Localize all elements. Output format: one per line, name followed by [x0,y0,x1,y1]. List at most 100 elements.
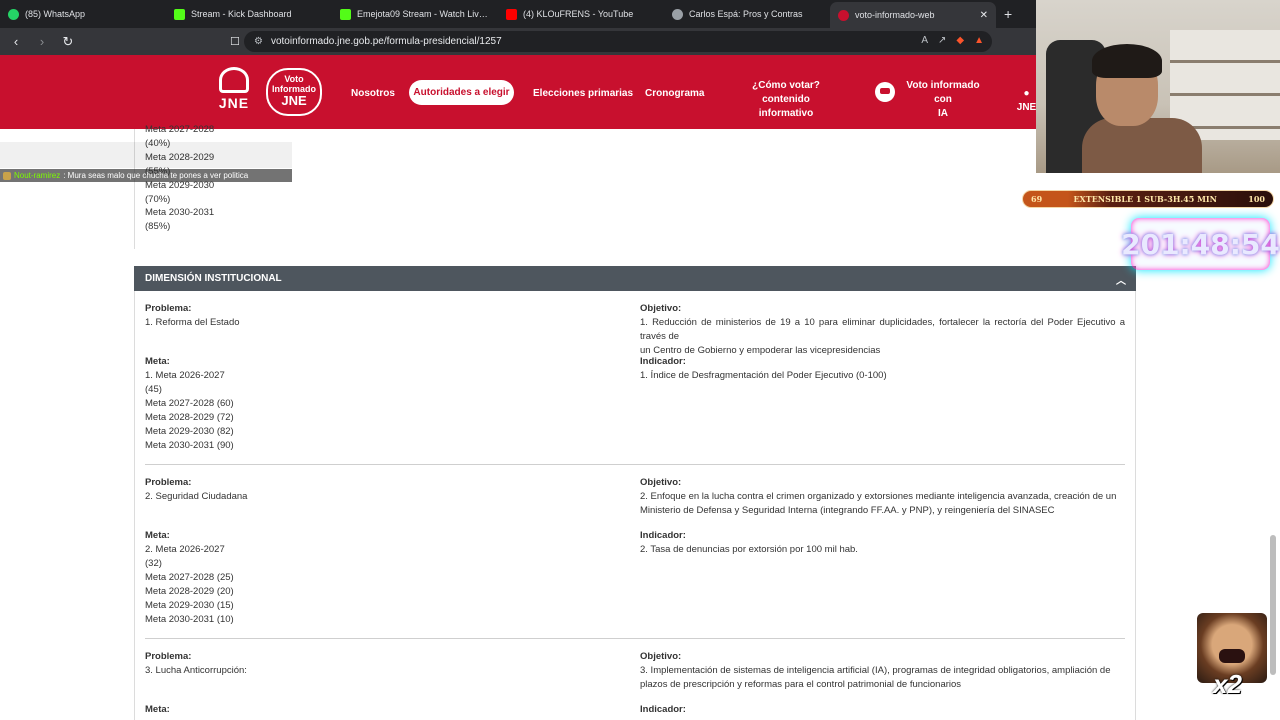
tab-label: Carlos Espá: Pros y Contras [689,9,803,19]
dimension-institucional-header[interactable]: DIMENSIÓN INSTITUCIONAL ︿ [134,266,1136,291]
tab-voto-informado[interactable]: voto-informado-web ✕ [830,2,996,28]
tab-emejota-stream[interactable]: Emejota09 Stream - Watch Live on Ki [332,0,498,28]
jne-emblem-icon [219,67,249,93]
meta-line: (70%) [145,193,171,205]
share-icon[interactable]: ↗ [938,35,946,46]
nav-ia-line1: Voto informado con [906,80,980,105]
problema-block: Problema: 2. Seguridad Ciudadana [145,476,247,504]
problema-value: 1. Reforma del Estado [145,317,240,328]
bookmark-icon[interactable]: ☐ [230,35,240,48]
chat-message: Nout-ramirez : Mura seas malo que chucha… [0,169,292,182]
meta-block: Meta: [145,703,170,717]
objetivo-label: Objetivo: [640,477,682,488]
reload-icon[interactable]: ↻ [58,34,78,50]
page-content: Meta 2027-2028 (40%) Meta 2028-2029 (55%… [0,124,1280,720]
subathon-timer: 201:48:54 [1121,218,1280,270]
brave-shield-icon[interactable]: ◆ [956,35,964,46]
sub-goal-target: 100 [1248,194,1265,204]
meta-label: Meta: [145,530,170,541]
problema-value: 3. Lucha Anticorrupción: [145,665,247,676]
browser-tab-strip: (85) WhatsApp Stream - Kick Dashboard Em… [0,0,1040,28]
emote-multiplier: x2 [1213,669,1242,699]
indicador-block: Indicador: 1. Índice de Desfragmentación… [640,355,887,383]
voto-informado-logo[interactable]: Voto Informado JNE [266,68,322,116]
chat-text: : Mura seas malo que chucha te pones a v… [63,171,249,180]
nav-voto-informado-ia[interactable]: Voto informado con IA [898,79,988,121]
chevron-up-icon[interactable]: ︿ [1116,272,1126,287]
tab-label: Emejota09 Stream - Watch Live on Ki [357,9,490,19]
kick-icon [340,8,351,20]
chat-badge-icon [3,171,11,180]
objetivo-label: Objetivo: [640,651,682,662]
indicador-block: Indicador: 2. Tasa de denuncias por exto… [640,529,858,557]
logo-vi-line3: JNE [281,93,307,108]
objetivo-block: Objetivo: 3. Implementación de sistemas … [640,650,1125,692]
objetivo-value: 2. Enfoque en la lucha contra el crimen … [640,491,1117,502]
streamer-hair [1092,44,1162,78]
omnibox-actions: A ↗ ◆ ▲ [921,35,984,46]
jne-logo-text: JNE [218,95,250,111]
globe-icon [672,8,683,20]
meta-line: (32) [145,558,162,569]
meta-line: Meta 2029-2030 (15) [145,600,234,611]
nav-nosotros[interactable]: Nosotros [351,87,395,101]
jne-favicon-icon [838,9,849,21]
objetivo-label: Objetivo: [640,303,682,314]
new-tab-icon[interactable]: + [996,6,1020,22]
tab-label: Stream - Kick Dashboard [191,9,292,19]
meta-line: 2. Meta 2026-2027 [145,544,225,555]
tab-youtube[interactable]: (4) KLOuFRENS - YouTube [498,0,664,28]
sub-goal-current: 69 [1031,194,1043,204]
translate-icon[interactable]: A [921,35,928,46]
dimension-title: DIMENSIÓN INSTITUCIONAL [145,273,282,284]
problema-block: Problema: 3. Lucha Anticorrupción: [145,650,247,678]
back-icon[interactable]: ‹ [6,34,26,49]
objetivo-value: Ministerio de Defensa y Seguridad Intern… [640,505,1055,516]
indicador-label: Indicador: [640,356,686,367]
meta-block: Meta: 1. Meta 2026-2027 (45) Meta 2027-2… [145,355,234,453]
nav-como-votar-line2: informativo [758,108,814,119]
youtube-icon [506,8,517,20]
address-bar[interactable]: ☐ ⚙ votoinformado.jne.gob.pe/formula-pre… [230,31,992,52]
tab-label: voto-informado-web [855,10,935,20]
browser-toolbar: ‹ › ↻ ☐ ⚙ votoinformado.jne.gob.pe/formu… [0,28,1040,55]
nav-como-votar[interactable]: ¿Cómo votar? contenido informativo [732,79,840,121]
sub-goal-label: EXTENSIBLE 1 SUB-3H.45 MIN [1073,194,1217,204]
tab-carlos-espa[interactable]: Carlos Espá: Pros y Contras [664,0,830,28]
meta-block: Meta: 2. Meta 2026-2027 (32) Meta 2027-2… [145,529,234,627]
meta-line: Meta 2029-2030 (82) [145,426,234,437]
indicador-value: 2. Tasa de denuncias por extorsión por 1… [640,544,858,555]
meta-line: (45) [145,384,162,395]
objetivo-value: 1. Reducción de ministerios de 19 a 10 p… [640,317,1125,342]
objetivo-value: 3. Implementación de sistemas de intelig… [640,665,1111,676]
tab-label: (4) KLOuFRENS - YouTube [523,9,634,19]
divider [145,464,1125,465]
brave-rewards-icon[interactable]: ▲ [974,35,984,46]
meta-label: Meta: [145,356,170,367]
close-tab-icon[interactable]: ✕ [980,10,988,21]
meta-line: (85%) [145,221,171,233]
jne-logo[interactable]: JNE [211,67,257,117]
site-info-icon[interactable]: ⚙ [254,36,263,47]
problema-block: Problema: 1. Reforma del Estado [145,302,240,330]
site-header: JNE Voto Informado JNE Nosotros Autorida… [0,55,1040,129]
tab-whatsapp[interactable]: (85) WhatsApp [0,0,166,28]
meta-line: Meta 2030-2031 (10) [145,614,234,625]
objetivo-value: plazos de prescripción y reformas para e… [640,679,962,690]
chat-username: Nout-ramirez [14,171,61,180]
indicador-label: Indicador: [640,704,686,715]
nav-autoridades[interactable]: Autoridades a elegir [409,80,514,105]
forward-icon[interactable]: › [32,34,52,49]
nav-elecciones-primarias[interactable]: Elecciones primarias [533,87,633,101]
tab-kick-dashboard[interactable]: Stream - Kick Dashboard [166,0,332,28]
indicador-label: Indicador: [640,530,686,541]
whatsapp-icon [8,8,19,20]
page-scrollbar[interactable] [1270,535,1276,675]
meta-line: Meta 2027-2028 [145,124,215,135]
indicador-value: 1. Índice de Desfragmentación del Poder … [640,370,887,381]
meta-line: Meta 2030-2031 (90) [145,440,234,451]
nav-como-votar-line1: ¿Cómo votar? contenido [752,80,820,105]
chat-overlay-faded [0,142,292,168]
objetivo-block: Objetivo: 2. Enfoque en la lucha contra … [640,476,1125,518]
nav-cronograma[interactable]: Cronograma [645,87,704,101]
